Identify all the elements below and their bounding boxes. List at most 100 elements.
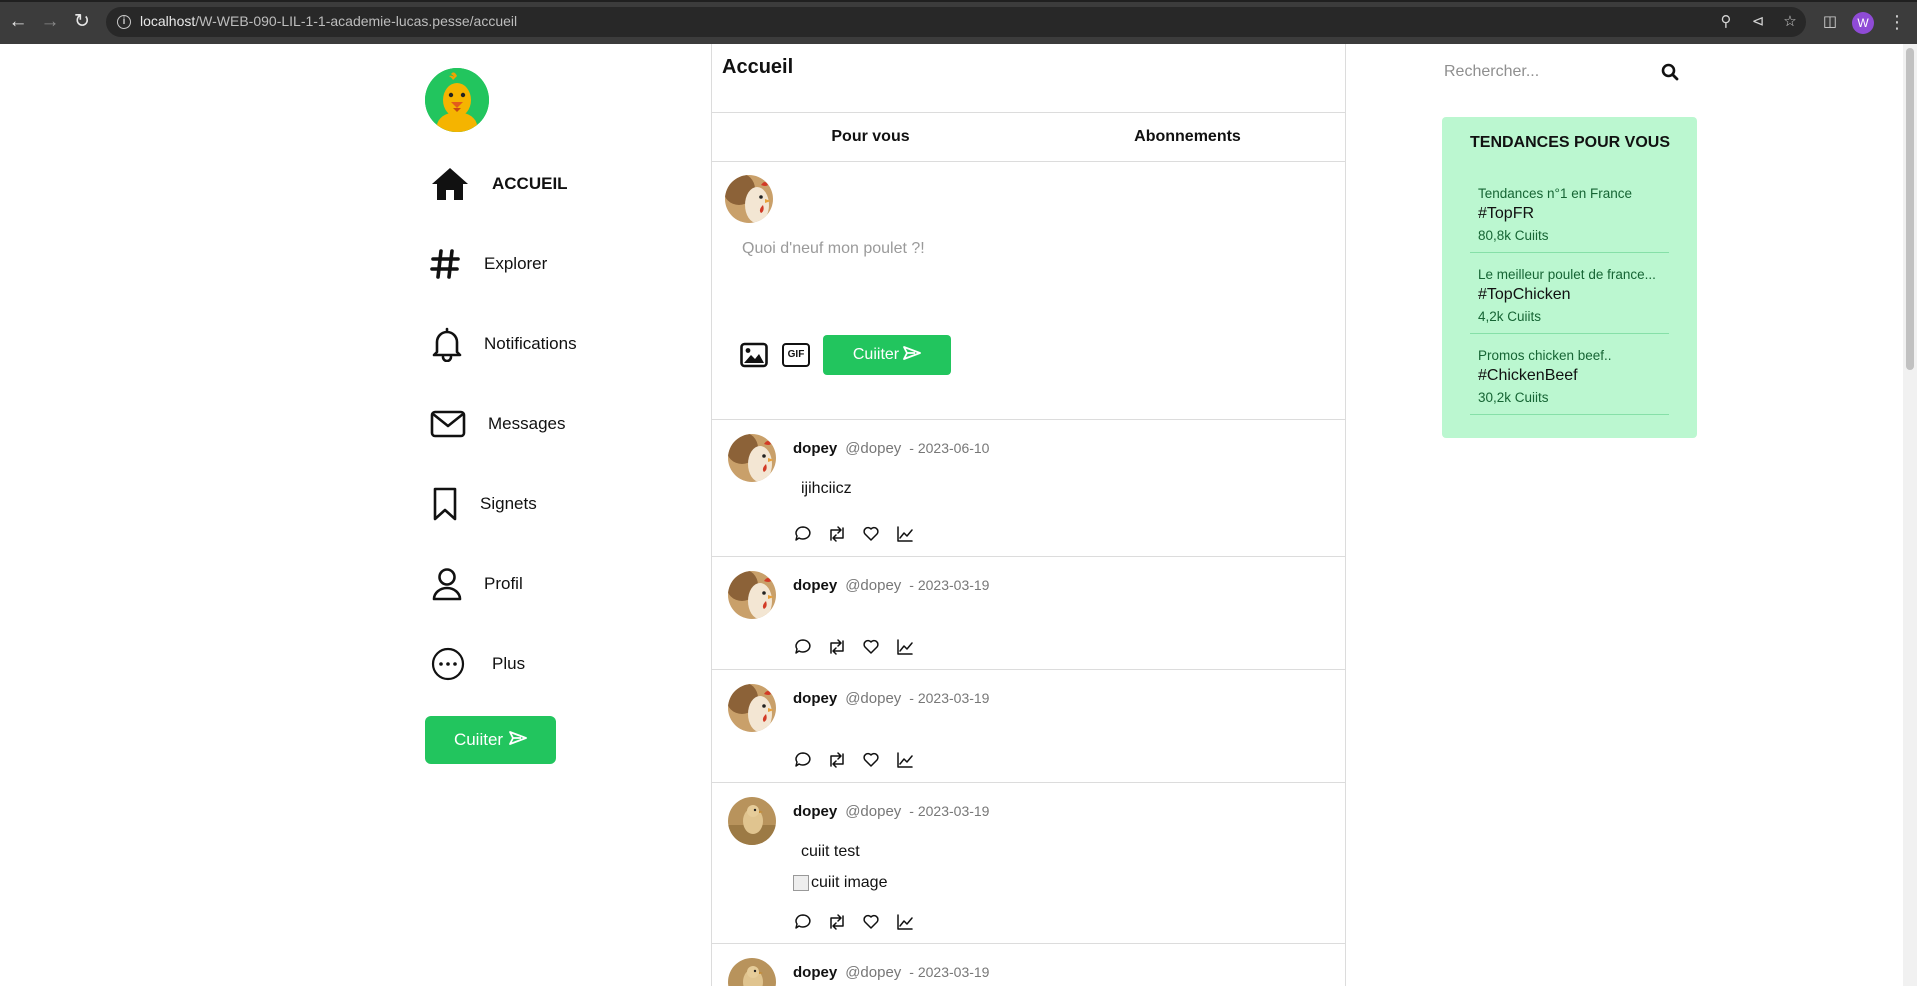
composer-submit-button[interactable]: Cuiiter xyxy=(823,335,951,375)
post-image[interactable]: cuiit image xyxy=(793,874,887,892)
post-author-name[interactable]: dopey xyxy=(793,690,837,707)
trend-hashtag[interactable]: #ChickenBeef xyxy=(1478,367,1578,385)
scrollbar-thumb[interactable] xyxy=(1906,48,1914,370)
post-actions xyxy=(793,912,915,932)
post-text: cuiit test xyxy=(801,843,860,860)
image-icon[interactable] xyxy=(740,342,768,368)
heart-icon[interactable] xyxy=(861,912,881,932)
avatar[interactable] xyxy=(728,684,776,732)
sidebar-item-notifications[interactable]: Notifications xyxy=(430,316,577,372)
forward-icon[interactable]: → xyxy=(38,10,62,34)
envelope-icon xyxy=(430,404,480,444)
sidebar-item-label: Explorer xyxy=(484,254,548,273)
gif-icon[interactable]: GIF xyxy=(782,343,810,367)
avatar[interactable] xyxy=(728,571,776,619)
post-actions xyxy=(793,637,915,657)
trends-panel: TENDANCES POUR VOUS Tendances n°1 en Fra… xyxy=(1442,117,1697,438)
sidebar-item-messages[interactable]: Messages xyxy=(430,396,565,452)
post-header: dopey @dopey - 2023-03-19 xyxy=(793,690,989,707)
address-url[interactable]: localhost/W-WEB-090-LIL-1-1-academie-luc… xyxy=(140,13,517,29)
post-author-handle[interactable]: @dopey xyxy=(845,577,901,594)
search-input[interactable] xyxy=(1444,57,1644,87)
sidebar-item-profil[interactable]: Profil xyxy=(430,556,523,612)
hashtag-icon xyxy=(430,244,480,284)
post-author-name[interactable]: dopey xyxy=(793,964,837,981)
reload-icon[interactable]: ↻ xyxy=(70,10,94,34)
composer-input[interactable] xyxy=(742,240,1322,258)
url-host: localhost xyxy=(140,13,196,29)
heart-icon[interactable] xyxy=(861,524,881,544)
sidebar-item-label: Profil xyxy=(484,574,523,593)
post-author-handle[interactable]: @dopey xyxy=(845,964,901,981)
home-icon xyxy=(430,164,480,204)
post[interactable]: dopey @dopey - 2023-03-19 cuiit test cuiit… xyxy=(712,783,1345,944)
back-icon[interactable]: ← xyxy=(6,10,30,34)
tab-abonnements[interactable]: Abonnements xyxy=(1029,113,1345,161)
send-icon xyxy=(903,345,922,365)
bell-icon xyxy=(430,324,480,364)
stats-icon[interactable] xyxy=(895,912,915,932)
retweet-icon[interactable] xyxy=(827,524,847,544)
post-author-name[interactable]: dopey xyxy=(793,577,837,594)
site-info-icon[interactable]: i xyxy=(117,15,131,29)
post[interactable]: dopey @dopey - 2023-03-19 xyxy=(712,557,1345,670)
post-author-handle[interactable]: @dopey xyxy=(845,690,901,707)
page-scrollbar[interactable] xyxy=(1903,44,1917,986)
post-date: - 2023-03-19 xyxy=(909,964,990,980)
star-icon[interactable]: ☆ xyxy=(1780,12,1800,32)
post-author-handle[interactable]: @dopey xyxy=(845,803,901,820)
comment-icon[interactable] xyxy=(793,524,813,544)
post[interactable]: dopey @dopey - 2023-06-10 ijihciicz xyxy=(712,420,1345,557)
trend-item[interactable]: Tendances n°1 en France #TopFR 80,8k Cui… xyxy=(1470,172,1669,253)
post[interactable]: dopey @dopey - 2023-03-19 xyxy=(712,944,1345,986)
search-icon[interactable] xyxy=(1658,60,1682,84)
stats-icon[interactable] xyxy=(895,524,915,544)
trend-context: Le meilleur poulet de france... xyxy=(1478,267,1656,282)
post-author-name[interactable]: dopey xyxy=(793,803,837,820)
trend-item[interactable]: Le meilleur poulet de france... #TopChic… xyxy=(1470,253,1669,334)
comment-icon[interactable] xyxy=(793,750,813,770)
post-author-name[interactable]: dopey xyxy=(793,440,837,457)
chick-logo[interactable] xyxy=(425,68,489,132)
trend-hashtag[interactable]: #TopFR xyxy=(1478,205,1534,223)
trend-count: 4,2k Cuiits xyxy=(1478,309,1542,324)
trend-context: Tendances n°1 en France xyxy=(1478,186,1632,201)
avatar[interactable] xyxy=(728,958,776,986)
stats-icon[interactable] xyxy=(895,637,915,657)
trend-item[interactable]: Promos chicken beef.. #ChickenBeef 30,2k… xyxy=(1470,334,1669,415)
post-image-alt: cuiit image xyxy=(811,874,888,891)
sidebar-item-plus[interactable]: Plus xyxy=(430,636,525,692)
tab-pour-vous[interactable]: Pour vous xyxy=(712,113,1029,161)
comment-icon[interactable] xyxy=(793,637,813,657)
trend-hashtag[interactable]: #TopChicken xyxy=(1478,286,1571,304)
profile-avatar[interactable]: W xyxy=(1852,12,1874,34)
post-header: dopey @dopey - 2023-03-19 xyxy=(793,803,989,820)
sidepanel-icon[interactable]: ◫ xyxy=(1820,12,1840,32)
heart-icon[interactable] xyxy=(861,637,881,657)
trend-count: 30,2k Cuiits xyxy=(1478,390,1549,405)
sidebar-item-signets[interactable]: Signets xyxy=(430,476,537,532)
post-date: - 2023-03-19 xyxy=(909,803,990,819)
comment-icon[interactable] xyxy=(793,912,813,932)
sidebar-item-explorer[interactable]: Explorer xyxy=(430,236,547,292)
post-author-handle[interactable]: @dopey xyxy=(845,440,901,457)
menu-icon[interactable]: ⋮ xyxy=(1888,10,1906,34)
button-label: Cuiiter xyxy=(453,730,504,749)
share-icon[interactable]: ⊲ xyxy=(1748,12,1768,32)
retweet-icon[interactable] xyxy=(827,750,847,770)
retweet-icon[interactable] xyxy=(827,912,847,932)
trend-context: Promos chicken beef.. xyxy=(1478,348,1612,363)
post-header: dopey @dopey - 2023-03-19 xyxy=(793,577,989,594)
avatar[interactable] xyxy=(728,434,776,482)
sidebar-item-accueil[interactable]: ACCUEIL xyxy=(430,156,568,212)
retweet-icon[interactable] xyxy=(827,637,847,657)
post[interactable]: dopey @dopey - 2023-03-19 xyxy=(712,670,1345,783)
heart-icon[interactable] xyxy=(861,750,881,770)
avatar[interactable] xyxy=(725,175,773,223)
avatar[interactable] xyxy=(728,797,776,845)
post-actions xyxy=(793,524,915,544)
sidebar-cuiiter-button[interactable]: Cuiiter xyxy=(425,716,556,764)
stats-icon[interactable] xyxy=(895,750,915,770)
key-icon[interactable]: ⚲ xyxy=(1716,12,1736,32)
address-bar[interactable]: i localhost/W-WEB-090-LIL-1-1-academie-l… xyxy=(106,7,1806,37)
